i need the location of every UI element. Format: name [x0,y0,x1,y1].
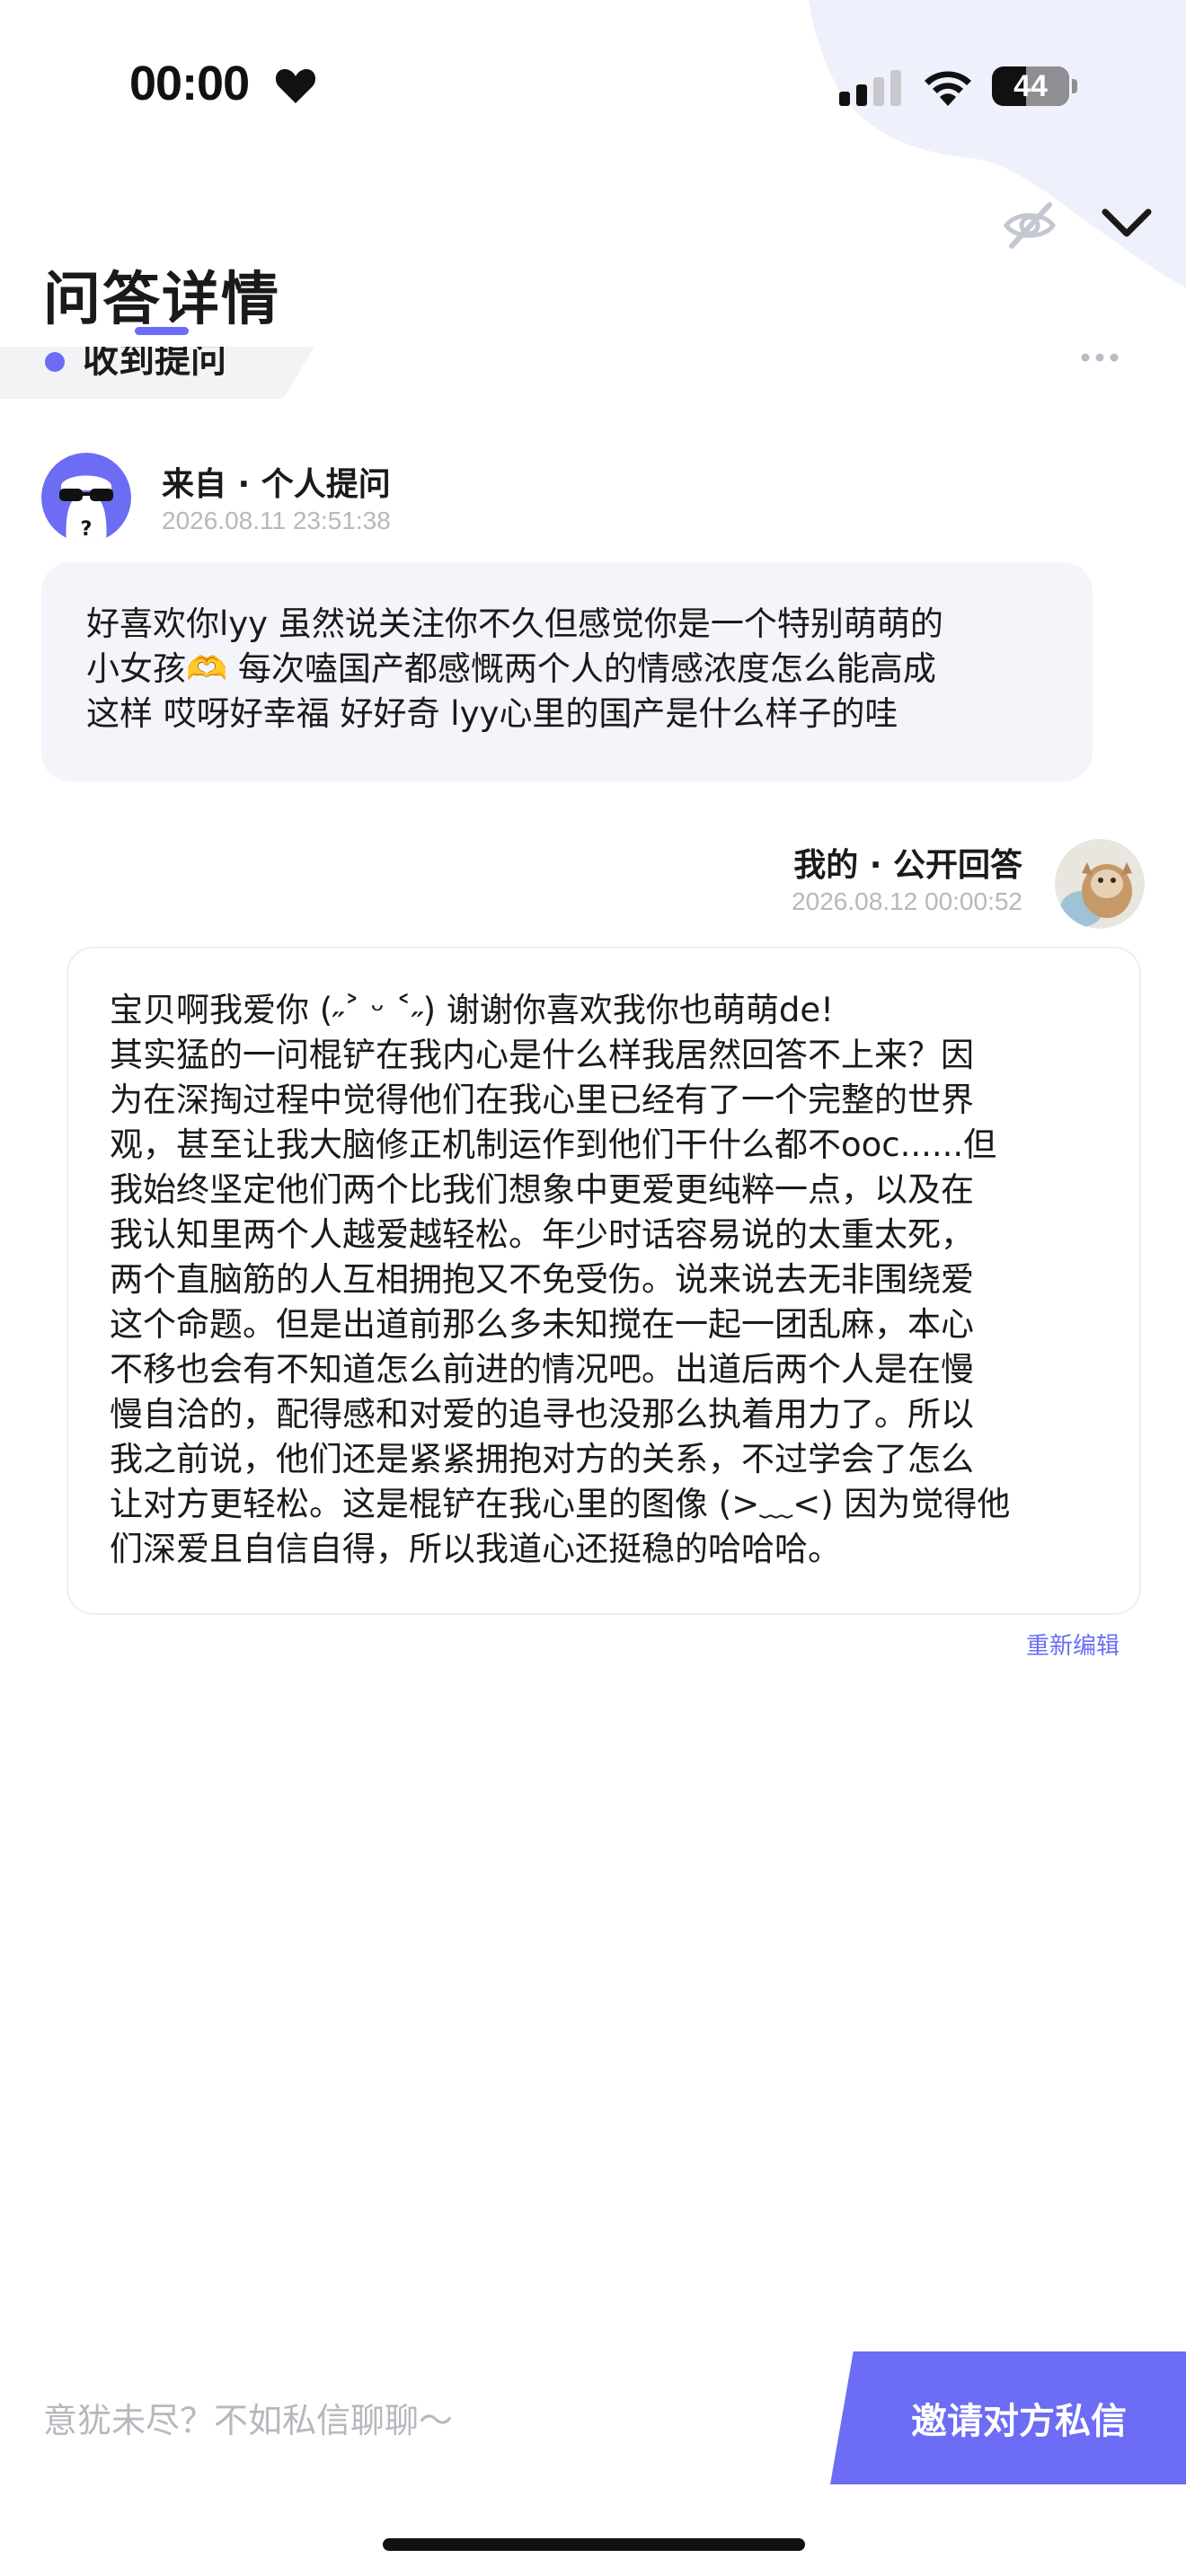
status-time: 00:00 [129,57,250,110]
decorative-blob [809,0,1186,287]
battery-level: 44 [1013,69,1048,103]
answer-timestamp: 2026.08.12 00:00:52 [792,887,1022,915]
signal-icon [839,70,901,106]
chevron-down-icon[interactable] [1100,205,1154,241]
page-title: 问答详情 [43,267,280,333]
home-indicator [383,2538,805,2551]
battery-icon: 44 [992,66,1069,106]
wifi-icon [925,71,971,106]
dm-prompt: 意犹未尽？不如私信聊聊～ [43,2401,454,2440]
eye-off-icon[interactable] [1003,199,1057,251]
more-icon[interactable] [1080,352,1120,363]
invite-dm-button[interactable]: 邀请对方私信 [830,2351,1186,2484]
svg-text:?: ? [81,518,93,541]
status-tab-label: 收到提问 [83,347,226,381]
heart-icon [275,69,316,103]
title-underline [135,327,189,335]
question-bubble: 好喜欢你lyy 虽然说关注你不久但感觉你是一个特别萌萌的 小女孩🫶 每次嗑国产都… [41,562,1093,781]
status-dot [45,352,65,372]
question-timestamp: 2026.08.11 23:51:38 [162,507,391,534]
answer-text: 宝贝啊我爱你 (˶˃ ᵕ ˂˶) 谢谢你喜欢我你也萌萌de! 其实猛的一问棍铲在… [110,991,1011,1568]
asker-source: 来自 · 个人提问 [162,466,391,503]
question-text: 好喜欢你lyy 虽然说关注你不久但感觉你是一个特别萌萌的 小女孩🫶 每次嗑国产都… [86,604,943,733]
answerer-avatar [1055,839,1145,929]
invite-dm-label: 邀请对方私信 [911,2401,1127,2442]
answer-label: 我的 · 公开回答 [793,847,1022,884]
battery-cap [1072,79,1077,93]
asker-avatar: ? [41,453,131,543]
received-question-tab: 收到提问 [0,347,314,399]
re-edit-link[interactable]: 重新编辑 [1026,1628,1120,1661]
answer-card: 宝贝啊我爱你 (˶˃ ᵕ ˂˶) 谢谢你喜欢我你也萌萌de! 其实猛的一问棍铲在… [66,947,1141,1615]
